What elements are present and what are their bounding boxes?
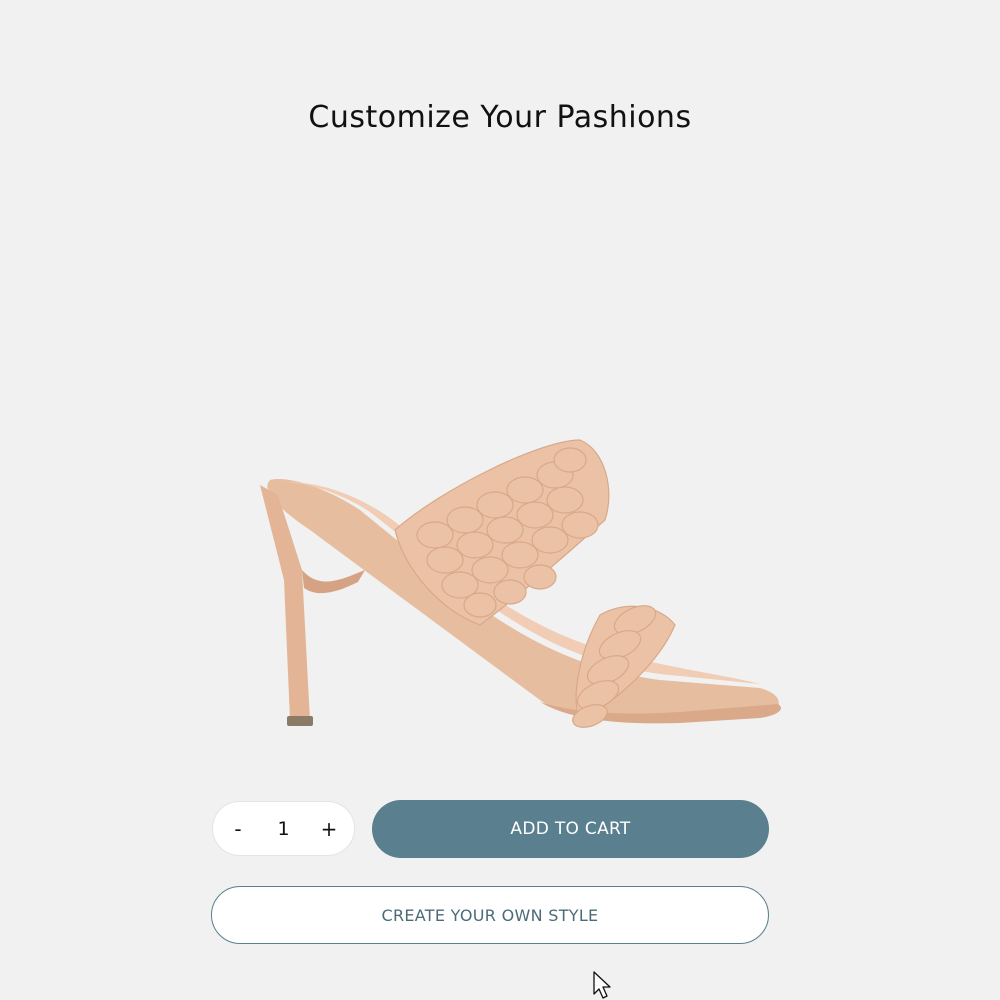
quantity-increment-button[interactable]: +	[312, 809, 346, 849]
product-page: Customize Your Pashions - 1 + ADD TO CAR…	[0, 0, 1000, 1000]
quantity-stepper: - 1 +	[212, 801, 355, 856]
mouse-pointer-icon	[593, 971, 611, 999]
quantity-value[interactable]: 1	[264, 818, 304, 840]
add-to-cart-button[interactable]: ADD TO CART	[372, 800, 769, 858]
page-title: Customize Your Pashions	[308, 100, 692, 135]
product-image	[260, 439, 781, 728]
quantity-decrement-button[interactable]: -	[221, 809, 255, 849]
create-your-own-style-button[interactable]: CREATE YOUR OWN STYLE	[211, 886, 769, 944]
